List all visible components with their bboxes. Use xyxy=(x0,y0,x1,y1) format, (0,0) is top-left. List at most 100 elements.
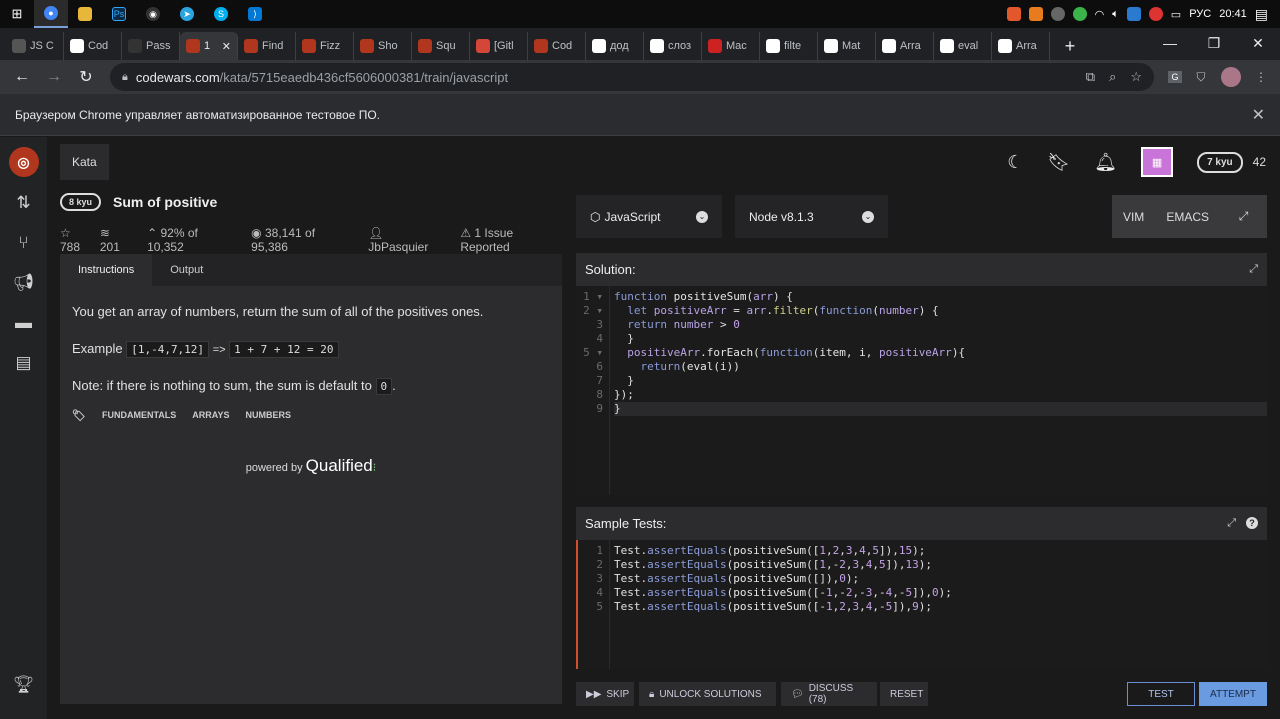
browser-tab[interactable]: Arra xyxy=(992,32,1050,60)
browser-tab[interactable]: слоз xyxy=(644,32,702,60)
bookmark-star-icon[interactable]: ☆ xyxy=(1130,69,1142,85)
browser-tab[interactable]: Mac xyxy=(702,32,760,60)
back-icon[interactable]: ← xyxy=(8,63,36,91)
input-language[interactable]: РУС xyxy=(1189,8,1211,20)
browser-tab[interactable]: JS C xyxy=(6,32,64,60)
fullscreen-icon[interactable]: ⤢ xyxy=(1220,195,1267,238)
browser-tab[interactable]: Cod xyxy=(528,32,586,60)
megaphone-icon[interactable]: 📢︎ xyxy=(0,263,47,303)
close-infobar-icon[interactable]: ✕ xyxy=(1252,105,1265,125)
browser-tab[interactable]: Sho xyxy=(354,32,412,60)
reset-button[interactable]: RESET xyxy=(880,682,928,706)
obs-icon[interactable]: ◉ xyxy=(136,0,170,28)
url-host: codewars.com xyxy=(135,69,220,85)
tray-app-icon[interactable] xyxy=(1006,7,1021,21)
clock[interactable]: 20:41 xyxy=(1219,8,1247,20)
telegram-icon[interactable]: ➤ xyxy=(170,0,204,28)
browser-tab[interactable]: filte xyxy=(760,32,818,60)
line-number: 9 xyxy=(596,402,603,415)
wifi-icon[interactable]: ◠ xyxy=(1095,8,1105,21)
tests-code[interactable]: Test.assertEquals(positiveSum([1,2,3,4,5… xyxy=(610,540,1267,669)
dark-mode-moon-icon[interactable]: ☾ xyxy=(1007,152,1023,173)
tray-app-icon[interactable] xyxy=(1050,7,1065,21)
skip-button[interactable]: ▶▶ SKIP xyxy=(576,682,634,706)
tag-numbers[interactable]: NUMBERS xyxy=(245,410,291,422)
practice-icon[interactable]: ⇅ xyxy=(0,183,47,223)
reload-icon[interactable]: ↻ xyxy=(72,63,100,91)
test-button[interactable]: TEST xyxy=(1127,682,1195,706)
notifications-bell-icon[interactable]: 🔔︎ xyxy=(1094,152,1117,173)
tab-output[interactable]: Output xyxy=(152,254,221,286)
fork-icon[interactable]: ⑂ xyxy=(0,223,47,263)
chat-icon[interactable]: ▬ xyxy=(0,303,47,343)
browser-tab[interactable]: дод xyxy=(586,32,644,60)
solution-panel: Solution: ⤢ 1 ▾ 2 ▾ 3 4 5 ▾ 6 7 8 9 function pos… xyxy=(576,253,1267,495)
windows-start-icon[interactable]: ⊞ xyxy=(0,0,34,28)
zoom-icon[interactable]: ⌕ xyxy=(1109,69,1116,85)
collections-stat[interactable]: ≋ 201 xyxy=(100,226,133,254)
expand-icon[interactable]: ⤢ xyxy=(1249,263,1258,276)
author-link[interactable]: 👤︎ JbPasquier xyxy=(368,226,446,254)
tag-arrays[interactable]: ARRAYS xyxy=(192,410,229,422)
codewars-header: Kata ☾ 🔖︎ 🔔︎ ▦ 7 kyu 42 xyxy=(47,137,1280,187)
file-explorer-icon[interactable] xyxy=(68,0,102,28)
powered-by-qualified[interactable]: powered by Qualified⁝ xyxy=(72,455,550,477)
vscode-icon[interactable]: ⟩ xyxy=(238,0,272,28)
issues-link[interactable]: ⚠ 1 Issue Reported xyxy=(460,226,565,254)
docs-icon[interactable]: ▤ xyxy=(0,343,47,383)
browser-tab[interactable]: 1 ✕ xyxy=(180,32,238,60)
runtime-select[interactable]: Node v8.1.3 ⌄ xyxy=(735,195,888,238)
translate-icon[interactable]: ⧉ xyxy=(1086,69,1095,85)
extension-g-icon[interactable]: G xyxy=(1164,66,1186,88)
codewars-logo-icon[interactable]: ◎ xyxy=(8,147,39,177)
volume-icon[interactable]: 🔈︎ xyxy=(1112,8,1119,21)
browser-tab[interactable]: Find xyxy=(238,32,296,60)
maximize-icon[interactable]: ❐ xyxy=(1192,28,1236,58)
browser-tab[interactable]: Arra xyxy=(876,32,934,60)
extension-shield-icon[interactable]: ⛉ xyxy=(1190,66,1212,88)
tray-app-icon[interactable] xyxy=(1126,7,1141,21)
tab-favicon-icon xyxy=(12,39,26,53)
tray-check-icon[interactable] xyxy=(1072,7,1087,21)
tab-instructions[interactable]: Instructions xyxy=(60,254,153,286)
chrome-menu-icon[interactable]: ⋮ xyxy=(1250,66,1272,88)
solution-code[interactable]: function positiveSum(arr) { let positive… xyxy=(610,286,1267,495)
browser-tab[interactable]: eval xyxy=(934,32,992,60)
address-bar[interactable]: 🔒︎ codewars.com/kata/5715eaedb436cf56060… xyxy=(110,63,1154,91)
close-tab-icon[interactable]: ✕ xyxy=(222,40,231,53)
bookmark-icon[interactable]: 🔖︎ xyxy=(1047,152,1070,173)
language-select[interactable]: ⬡ JavaScript ⌄ xyxy=(576,195,722,238)
skype-icon[interactable]: S xyxy=(204,0,238,28)
notification-icon[interactable]: ▤ xyxy=(1255,6,1268,23)
discuss-button[interactable]: 💬︎ DISCUSS (78) xyxy=(781,682,877,706)
tag-fundamentals[interactable]: FUNDAMENTALS xyxy=(102,410,176,422)
stars-stat[interactable]: ☆ 788 xyxy=(60,226,94,254)
forward-icon[interactable]: → xyxy=(40,63,68,91)
vim-mode-button[interactable]: VIM xyxy=(1112,210,1155,224)
tray-app-icon[interactable] xyxy=(1148,7,1163,21)
chrome-taskbar-icon[interactable]: ● xyxy=(34,0,68,28)
attempt-button[interactable]: ATTEMPT xyxy=(1199,682,1267,706)
browser-tab[interactable]: Fizz xyxy=(296,32,354,60)
browser-tab[interactable]: Mat xyxy=(818,32,876,60)
tests-editor[interactable]: 12345 Test.assertEquals(positiveSum([1,2… xyxy=(576,540,1267,669)
user-avatar[interactable]: ▦ xyxy=(1141,147,1174,177)
unlock-solutions-button[interactable]: 🔒︎ UNLOCK SOLUTIONS xyxy=(639,682,776,706)
battery-icon[interactable]: ▭ xyxy=(1171,8,1181,21)
browser-tab[interactable]: Squ xyxy=(412,32,470,60)
profile-avatar-icon[interactable] xyxy=(1216,66,1246,88)
browser-tab[interactable]: Cod xyxy=(64,32,122,60)
close-window-icon[interactable]: ✕ xyxy=(1236,28,1280,58)
browser-tab[interactable]: [Gitl xyxy=(470,32,528,60)
photoshop-icon[interactable]: Ps xyxy=(102,0,136,28)
tray-app-icon[interactable] xyxy=(1028,7,1043,21)
expand-icon[interactable]: ⤢ xyxy=(1227,517,1236,530)
browser-tab[interactable]: Pass xyxy=(122,32,180,60)
help-icon[interactable]: ? xyxy=(1246,517,1258,529)
new-tab-button[interactable]: + xyxy=(1056,32,1084,60)
emacs-mode-button[interactable]: EMACS xyxy=(1155,210,1220,224)
minimize-icon[interactable]: — xyxy=(1148,28,1192,58)
solution-editor[interactable]: 1 ▾ 2 ▾ 3 4 5 ▾ 6 7 8 9 function positiveSum(arr… xyxy=(576,286,1267,495)
line-number: 3 xyxy=(596,318,603,331)
trophy-icon[interactable]: 🏆︎ xyxy=(0,665,47,705)
